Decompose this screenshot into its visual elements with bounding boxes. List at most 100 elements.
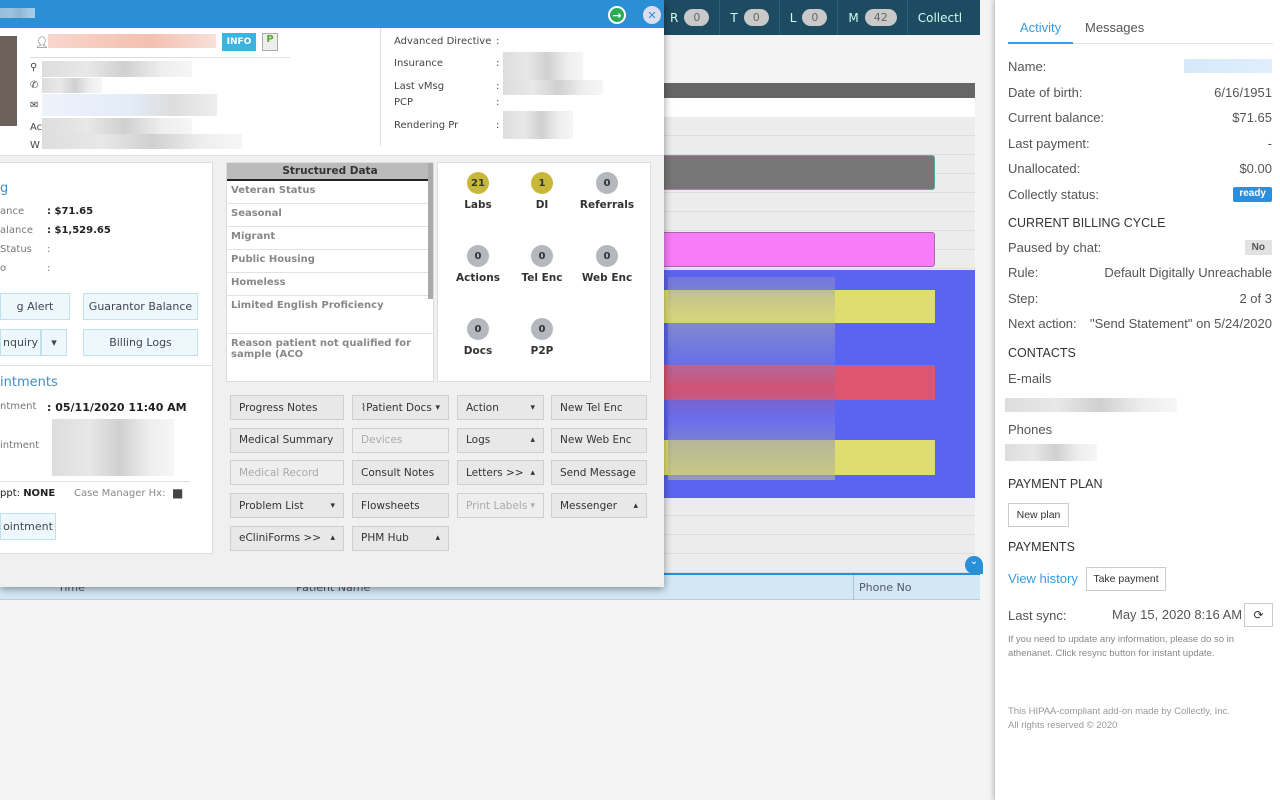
close-icon[interactable]: ✕: [643, 6, 661, 24]
billing-alert-button[interactable]: g Alert: [0, 293, 70, 320]
structured-data-item[interactable]: Limited English Proficiency: [227, 296, 433, 334]
status-badge: ready: [1233, 186, 1272, 202]
button-label: Letters >>: [466, 466, 524, 479]
billing-logs-button[interactable]: Billing Logs: [83, 329, 198, 356]
billing-label: o: [0, 263, 7, 274]
appt-value: NONE: [23, 488, 56, 499]
action-button[interactable]: Action ▾: [457, 395, 544, 420]
schedule-row[interactable]: [660, 136, 975, 155]
field-row: Unallocated: $0.00: [1008, 161, 1272, 176]
flowsheets-button[interactable]: Flowsheets: [352, 493, 449, 519]
medical-record-button[interactable]: Medical Record: [230, 460, 344, 486]
appointment-block-pink[interactable]: [660, 232, 935, 267]
scrollbar[interactable]: [428, 163, 433, 299]
appointment-block-gray[interactable]: [660, 155, 935, 190]
letters-button[interactable]: Letters >> ▴: [457, 460, 544, 486]
caret-up-icon: ▴: [633, 500, 638, 511]
count-docs[interactable]: 0 Docs: [443, 318, 513, 357]
counter-r[interactable]: R0: [660, 0, 721, 35]
count-tel-enc[interactable]: 0 Tel Enc: [507, 245, 577, 284]
count-actions[interactable]: 0 Actions: [443, 245, 513, 284]
info-button[interactable]: INFO: [222, 33, 256, 51]
sep: :: [496, 120, 500, 131]
counter-m[interactable]: M 42: [838, 0, 908, 35]
count-badge: 1: [531, 172, 553, 194]
structured-data-item[interactable]: Seasonal: [227, 204, 433, 227]
count-labs[interactable]: 21 Labs: [443, 172, 513, 211]
ecliniforms-button[interactable]: eCliniForms >> ▴: [230, 525, 344, 551]
counter-l[interactable]: L0: [780, 0, 839, 35]
chevron-down-icon[interactable]: ⌄: [965, 556, 983, 574]
medical-summary-button[interactable]: Medical Summary: [230, 427, 344, 453]
sep: :: [496, 58, 500, 69]
field-value: 6/16/1951: [1214, 84, 1272, 100]
paused-label: Paused by chat:: [1008, 240, 1102, 255]
send-message-button[interactable]: Send Message: [551, 460, 647, 486]
count-label: P2P: [530, 345, 554, 357]
take-payment-button[interactable]: Take payment: [1086, 567, 1166, 591]
schedule-row[interactable]: [660, 535, 975, 554]
total-balance-label: alance: [0, 225, 34, 236]
counter-t[interactable]: T0: [720, 0, 780, 35]
structured-data-item[interactable]: Public Housing: [227, 250, 433, 273]
label-work: W: [30, 140, 40, 151]
field-row: Last payment: -: [1008, 136, 1272, 151]
appointment-button[interactable]: ointment: [0, 513, 56, 540]
devices-button[interactable]: Devices: [352, 427, 449, 453]
schedule-row[interactable]: [660, 193, 975, 212]
count-web-enc[interactable]: 0 Web Enc: [572, 245, 642, 284]
step-label: Step:: [1008, 291, 1039, 306]
payment-plan-heading: PAYMENT PLAN: [1008, 477, 1103, 491]
button-label: Patient Docs: [366, 401, 432, 414]
column-phone-no[interactable]: Phone No: [853, 575, 917, 600]
caret-up-icon: ▴: [435, 533, 440, 544]
rule-value: Default Digitally Unreachable: [1104, 265, 1272, 280]
tab-activity[interactable]: Activity: [1008, 20, 1073, 44]
progress-notes-button[interactable]: Progress Notes: [230, 395, 344, 420]
caret-down-icon[interactable]: ▾: [41, 329, 67, 356]
new-tel-enc-button[interactable]: New Tel Enc: [551, 395, 647, 420]
schedule-row[interactable]: [660, 212, 975, 231]
button-label: PHM Hub: [361, 532, 409, 545]
schedule-row[interactable]: [660, 516, 975, 535]
field-label: Date of birth:: [1008, 84, 1083, 100]
total-balance-value: $1,529.65: [54, 225, 111, 236]
structured-data-item[interactable]: Reason patient not qualified for sample …: [227, 334, 433, 381]
structured-data-item[interactable]: Homeless: [227, 273, 433, 296]
patient-docs-button[interactable]: ⌇Patient Docs ▾: [352, 395, 449, 420]
structured-data-item[interactable]: Veteran Status: [227, 181, 433, 204]
count-badge: 0: [467, 318, 489, 340]
collectly-tab[interactable]: Collectl: [908, 0, 972, 35]
field-value: $71.65: [1232, 110, 1272, 125]
consult-notes-button[interactable]: Consult Notes: [352, 460, 449, 486]
guarantor-balance-button[interactable]: Guarantor Balance: [83, 293, 198, 320]
inquiry-button[interactable]: nquiry: [0, 329, 41, 356]
count-p2p[interactable]: 0 P2P: [507, 318, 577, 357]
caret-up-icon: ▴: [530, 435, 535, 446]
redacted-name: [1184, 59, 1272, 73]
problem-list-button[interactable]: Problem List ▾: [230, 493, 344, 519]
schedule-header: [660, 83, 975, 98]
new-web-enc-button[interactable]: New Web Enc: [551, 427, 647, 453]
count-badge: 0: [467, 245, 489, 267]
button-label: Consult Notes: [361, 466, 435, 479]
phm-hub-button[interactable]: PHM Hub ▴: [352, 525, 449, 551]
schedule-row[interactable]: [660, 117, 975, 136]
tab-messages[interactable]: Messages: [1085, 20, 1144, 35]
structured-data-item[interactable]: Migrant: [227, 227, 433, 250]
view-history-link[interactable]: View history: [1008, 571, 1078, 586]
print-labels-button[interactable]: Print Labels ▾: [457, 493, 544, 519]
logs-button[interactable]: Logs ▴: [457, 427, 544, 453]
last-appointment-label: intment: [0, 440, 40, 451]
caret-down-icon: ▾: [530, 500, 535, 511]
resync-icon[interactable]: ⟳: [1244, 603, 1273, 627]
new-plan-button[interactable]: New plan: [1008, 503, 1069, 527]
portal-icon[interactable]: P: [262, 33, 278, 51]
folder-icon[interactable]: ■: [172, 486, 183, 500]
count-referrals[interactable]: 0 Referrals: [572, 172, 642, 211]
schedule-row[interactable]: [660, 497, 975, 516]
messenger-button[interactable]: Messenger ▴: [551, 493, 647, 519]
schedule-row[interactable]: [660, 554, 975, 573]
count-di[interactable]: 1 DI: [507, 172, 577, 211]
arrow-right-icon[interactable]: →: [608, 6, 626, 24]
